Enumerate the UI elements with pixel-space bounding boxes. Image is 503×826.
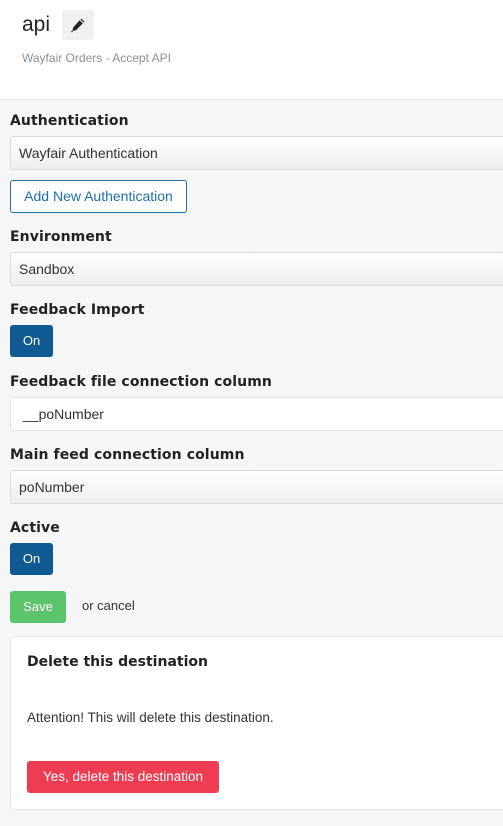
delete-destination-button[interactable]: Yes, delete this destination bbox=[27, 761, 219, 793]
feedback-import-toggle[interactable]: On bbox=[10, 325, 53, 357]
delete-panel-title: Delete this destination bbox=[27, 654, 208, 670]
feedback-import-label: Feedback Import bbox=[10, 302, 145, 318]
page-header: api Wayfair Orders - Accept API bbox=[0, 0, 503, 100]
authentication-select[interactable]: Wayfair Authentication bbox=[10, 136, 503, 170]
delete-destination-panel: Delete this destination Attention! This … bbox=[10, 636, 503, 810]
active-toggle[interactable]: On bbox=[10, 543, 53, 575]
add-authentication-button[interactable]: Add New Authentication bbox=[10, 180, 187, 213]
environment-select[interactable]: Sandbox bbox=[10, 252, 503, 286]
save-button[interactable]: Save bbox=[10, 591, 66, 623]
pencil-icon bbox=[71, 18, 85, 33]
active-label: Active bbox=[10, 520, 60, 536]
main-feed-column-select[interactable]: poNumber bbox=[10, 470, 503, 504]
delete-warning-text: Attention! This will delete this destina… bbox=[27, 710, 274, 725]
feedback-column-label: Feedback file connection column bbox=[10, 374, 272, 390]
feedback-column-input[interactable]: __poNumber bbox=[10, 397, 503, 431]
environment-label: Environment bbox=[10, 229, 112, 245]
main-feed-column-label: Main feed connection column bbox=[10, 447, 245, 463]
page-subtitle: Wayfair Orders - Accept API bbox=[22, 51, 171, 65]
page-title: api bbox=[22, 13, 51, 36]
cancel-link[interactable]: or cancel bbox=[82, 598, 135, 613]
authentication-label: Authentication bbox=[10, 113, 129, 129]
edit-title-button[interactable] bbox=[62, 10, 94, 40]
